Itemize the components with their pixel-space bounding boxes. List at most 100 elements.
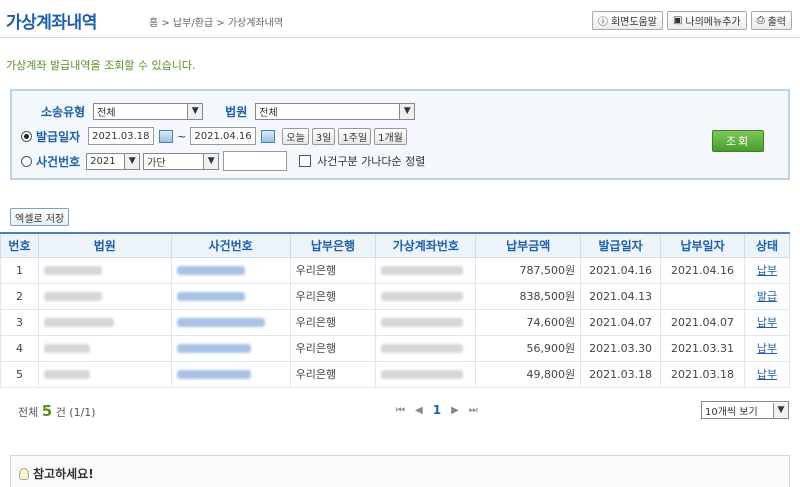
col-amount: 납부금액 (475, 232, 582, 258)
court-value: 전체 (259, 107, 278, 119)
cell-issue-date: 2021.04.07 (580, 308, 662, 336)
case-type-select[interactable]: 가단 ▼ (143, 152, 220, 170)
cell-account-redacted (375, 308, 477, 336)
cell-case-no-redacted[interactable] (170, 308, 291, 336)
cell-state[interactable]: 납부 (744, 334, 790, 362)
notice-box: 참고하세요! (10, 455, 790, 487)
total-count: 전체 5 건 (1/1) (18, 402, 96, 420)
cell-case-no-redacted[interactable] (170, 282, 291, 310)
page-size-select[interactable]: 10개씩 보기 ▼ (701, 401, 789, 419)
chevron-down-icon: ▼ (187, 103, 203, 119)
col-court: 법원 (37, 232, 172, 258)
redacted-text (43, 266, 102, 275)
cell-issue-date: 2021.03.18 (580, 360, 662, 388)
redacted-text (381, 318, 464, 327)
quick-1week-button[interactable]: 1주일 (338, 127, 372, 145)
cell-no: 4 (0, 334, 39, 362)
page-size-value: 10개씩 보기 (705, 406, 758, 418)
search-panel: 소송유형 전체 ▼ 법원 전체 ▼ 발급일자 2021.03.18 ~ 2021.0… (10, 89, 790, 180)
state-link[interactable]: 발급 (757, 290, 777, 303)
col-case-no: 사건번호 (170, 232, 291, 258)
state-link[interactable]: 납부 (757, 264, 777, 277)
court-label: 법원 (225, 104, 248, 119)
cell-case-no-redacted[interactable] (170, 360, 291, 388)
chevron-down-icon: ▼ (773, 402, 788, 418)
cell-account-redacted (375, 256, 477, 284)
cell-court-redacted (37, 256, 172, 284)
cell-paid-date (660, 282, 746, 310)
header-buttons: ⓘ 회면도움말 ▣ 나의메뉴추가 ⎙ 출력 (591, 11, 792, 30)
total-prefix: 전체 (18, 406, 39, 419)
search-button[interactable]: 조회 (712, 130, 764, 152)
calendar-icon[interactable] (159, 129, 174, 143)
cell-amount: 49,800원 (475, 360, 582, 388)
cell-account-redacted (375, 360, 477, 388)
case-number-input[interactable] (223, 151, 288, 171)
table-row: 3 우리은행 74,600원 2021.04.07 2021.04.07 납부 (0, 308, 790, 336)
quick-1month-button[interactable]: 1개월 (374, 127, 407, 145)
redacted-text (381, 292, 464, 301)
date-to-input[interactable]: 2021.04.16 (190, 127, 257, 145)
cell-paid-date: 2021.03.31 (660, 334, 746, 362)
pagination: ⏮ ◀ 1 ▶ ⏭ (396, 403, 478, 417)
issue-date-radio[interactable] (21, 130, 32, 142)
redacted-link[interactable] (176, 370, 251, 379)
cell-state[interactable]: 납부 (744, 360, 790, 388)
cell-no: 2 (0, 282, 39, 310)
notice-title-text: 참고하세요! (33, 467, 94, 481)
quick-3day-button[interactable]: 3일 (311, 127, 336, 145)
table-row: 1 우리은행 787,500원 2021.04.16 2021.04.16 납부 (0, 256, 790, 284)
cell-court-redacted (37, 308, 172, 336)
redacted-text (43, 318, 114, 327)
redacted-link[interactable] (176, 344, 251, 353)
cell-state[interactable]: 납부 (744, 308, 790, 336)
quick-today-button[interactable]: 오늘 (282, 127, 309, 145)
sort-checkbox[interactable] (299, 155, 312, 167)
case-year-select[interactable]: 2021 ▼ (86, 152, 141, 170)
cell-court-redacted (37, 282, 172, 310)
cell-no: 5 (0, 360, 39, 388)
cell-bank: 우리은행 (289, 360, 377, 388)
cell-case-no-redacted[interactable] (170, 256, 291, 284)
page-1[interactable]: 1 (433, 403, 441, 417)
redacted-link[interactable] (176, 292, 245, 301)
cell-state[interactable]: 납부 (744, 256, 790, 284)
last-page-icon[interactable]: ⏭ (469, 405, 478, 416)
print-label: 출력 (767, 17, 786, 28)
calendar-icon[interactable] (261, 129, 276, 143)
cell-case-no-redacted[interactable] (170, 334, 291, 362)
total-number: 5 (41, 402, 53, 420)
court-select[interactable]: 전체 ▼ (255, 102, 416, 120)
next-page-icon[interactable]: ▶ (451, 405, 459, 416)
cell-state[interactable]: 발급 (744, 282, 790, 310)
cell-paid-date: 2021.04.16 (660, 256, 746, 284)
state-link[interactable]: 납부 (757, 342, 777, 355)
case-no-label: 사건번호 (36, 154, 81, 169)
send-type-select[interactable]: 전체 ▼ (93, 102, 204, 120)
redacted-link[interactable] (176, 266, 245, 275)
intro-text: 가상계좌 발급내역을 조회할 수 있습니다. (6, 59, 196, 72)
add-mymenu-button[interactable]: ▣ 나의메뉴추가 (666, 11, 747, 30)
excel-save-button[interactable]: 엑셀로 저장 (10, 208, 70, 226)
print-button[interactable]: ⎙ 출력 (750, 11, 792, 30)
redacted-text (43, 344, 90, 353)
redacted-text (381, 266, 464, 275)
help-button[interactable]: ⓘ 회면도움말 (591, 11, 663, 30)
case-no-radio[interactable] (21, 155, 32, 167)
state-link[interactable]: 납부 (757, 316, 777, 329)
page-title: 가상계좌내역 (6, 13, 97, 33)
cell-paid-date: 2021.04.07 (660, 308, 746, 336)
total-suffix: 건 (1/1) (55, 406, 96, 419)
cell-bank: 우리은행 (289, 334, 377, 362)
breadcrumb: 홈 > 납부/환급 > 가상계좌내역 (149, 18, 284, 29)
first-page-icon[interactable]: ⏮ (396, 405, 405, 416)
date-from-input[interactable]: 2021.03.18 (88, 127, 155, 145)
redacted-link[interactable] (176, 318, 265, 327)
cell-issue-date: 2021.04.16 (580, 256, 662, 284)
cell-issue-date: 2021.04.13 (580, 282, 662, 310)
cell-no: 3 (0, 308, 39, 336)
cell-account-redacted (375, 334, 477, 362)
prev-page-icon[interactable]: ◀ (415, 405, 423, 416)
state-link[interactable]: 납부 (757, 368, 777, 381)
table-row: 2 우리은행 838,500원 2021.04.13 발급 (0, 282, 790, 310)
